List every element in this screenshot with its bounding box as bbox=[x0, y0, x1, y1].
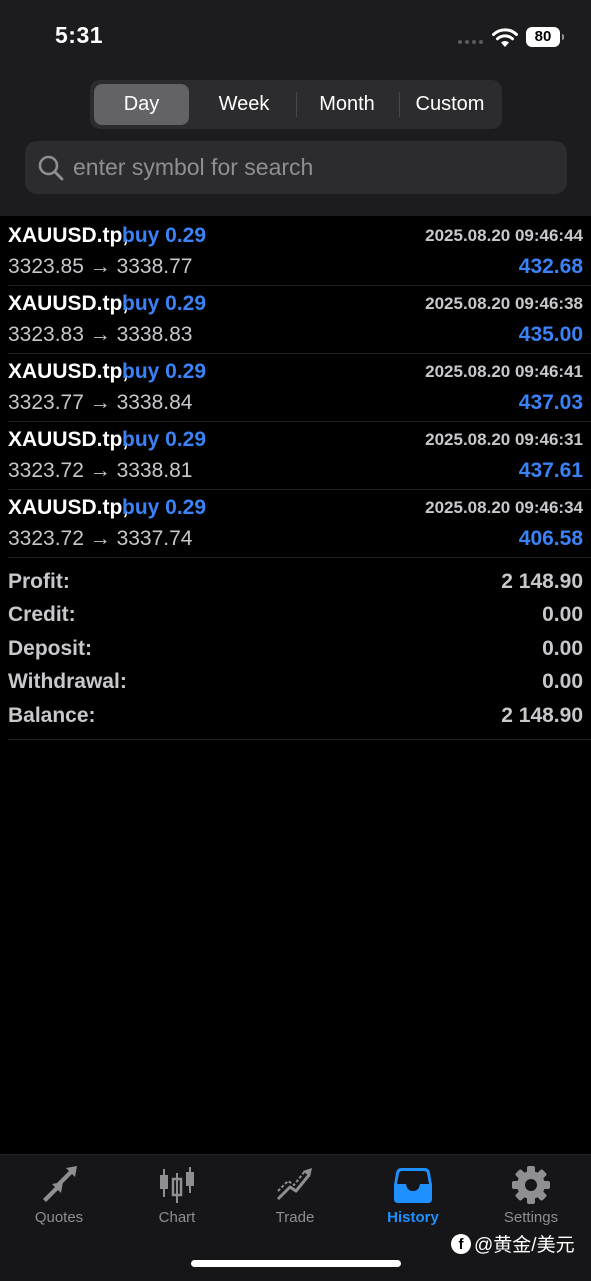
header: 5:31 80 Day Week Month Custom bbox=[0, 0, 591, 216]
summary-label: Profit: bbox=[8, 570, 70, 593]
quotes-arrows-icon bbox=[43, 1166, 77, 1202]
deal-row[interactable]: XAUUSD.tp, buy 0.29 2025.08.20 09:46:38 … bbox=[0, 286, 591, 354]
deal-time: 2025.08.20 09:46:34 bbox=[425, 498, 583, 517]
watermark: f @黄金/美元 bbox=[451, 1230, 575, 1257]
summary-label: Withdrawal: bbox=[8, 670, 127, 693]
summary-divider bbox=[8, 739, 591, 740]
summary-value: 0.00 bbox=[542, 670, 583, 693]
summary-deposit: Deposit: 0.00 bbox=[0, 633, 591, 666]
tab-month[interactable]: Month bbox=[296, 80, 398, 129]
deal-symbol: XAUUSD.tp, bbox=[8, 360, 129, 383]
summary-label: Credit: bbox=[8, 603, 76, 626]
tab-history[interactable]: History bbox=[354, 1155, 472, 1235]
deal-symbol: XAUUSD.tp, bbox=[8, 496, 129, 519]
summary-value: 2 148.90 bbox=[501, 704, 583, 727]
cellular-signal-icon bbox=[458, 40, 483, 44]
deal-profit: 435.00 bbox=[518, 323, 583, 346]
deal-time: 2025.08.20 09:46:31 bbox=[425, 430, 583, 449]
period-segmented-control: Day Week Month Custom bbox=[90, 80, 502, 129]
home-indicator[interactable] bbox=[191, 1260, 401, 1267]
tab-quotes[interactable]: Quotes bbox=[0, 1155, 118, 1235]
summary-credit: Credit: 0.00 bbox=[0, 599, 591, 632]
deal-profit: 437.61 bbox=[518, 459, 583, 482]
summary-balance: Balance: 2 148.90 bbox=[0, 700, 591, 733]
deal-row[interactable]: XAUUSD.tp, buy 0.29 2025.08.20 09:46:31 … bbox=[0, 422, 591, 490]
deal-side: buy 0.29 bbox=[122, 292, 207, 315]
deal-prices: 3323.72 → 3338.81 bbox=[8, 459, 193, 482]
status-time: 5:31 bbox=[55, 22, 104, 48]
facebook-icon: f bbox=[451, 1233, 471, 1254]
deal-time: 2025.08.20 09:46:38 bbox=[425, 294, 583, 313]
summary-profit: Profit: 2 148.90 bbox=[0, 566, 591, 599]
deal-row[interactable]: XAUUSD.tp, buy 0.29 2025.08.20 09:46:44 … bbox=[0, 218, 591, 286]
deal-symbol: XAUUSD.tp, bbox=[8, 224, 129, 247]
trade-trend-icon bbox=[276, 1168, 312, 1201]
tab-label: Chart bbox=[158, 1209, 196, 1226]
deal-side: buy 0.29 bbox=[122, 496, 207, 519]
summary-value: 0.00 bbox=[542, 603, 583, 626]
tab-chart[interactable]: Chart bbox=[118, 1155, 236, 1235]
deal-prices: 3323.83 → 3338.83 bbox=[8, 323, 193, 346]
deal-time: 2025.08.20 09:46:44 bbox=[425, 226, 583, 245]
history-inbox-icon bbox=[394, 1168, 432, 1203]
deal-profit: 406.58 bbox=[518, 527, 583, 550]
summary-value: 2 148.90 bbox=[501, 570, 583, 593]
tab-day[interactable]: Day bbox=[94, 84, 189, 125]
summary-value: 0.00 bbox=[542, 637, 583, 660]
tab-label: Quotes bbox=[34, 1209, 84, 1226]
tab-label: Trade bbox=[275, 1209, 315, 1226]
deal-symbol: XAUUSD.tp, bbox=[8, 292, 129, 315]
candlestick-chart-icon bbox=[160, 1167, 194, 1203]
deal-prices: 3323.77 → 3338.84 bbox=[8, 391, 193, 414]
tab-week[interactable]: Week bbox=[193, 80, 295, 129]
row-divider bbox=[8, 557, 591, 558]
search-bar[interactable] bbox=[25, 141, 567, 194]
deal-side: buy 0.29 bbox=[122, 224, 207, 247]
deal-profit: 437.03 bbox=[518, 391, 583, 414]
search-icon bbox=[38, 155, 64, 181]
tab-label: History bbox=[387, 1209, 439, 1226]
watermark-text: @黄金/美元 bbox=[474, 1235, 575, 1256]
deal-side: buy 0.29 bbox=[122, 428, 207, 451]
search-input[interactable] bbox=[73, 141, 553, 194]
deal-profit: 432.68 bbox=[518, 255, 583, 278]
tab-trade[interactable]: Trade bbox=[236, 1155, 354, 1235]
tab-label: Settings bbox=[503, 1209, 559, 1226]
tab-settings[interactable]: Settings bbox=[472, 1155, 590, 1235]
summary-label: Balance: bbox=[8, 704, 96, 727]
deal-side: buy 0.29 bbox=[122, 360, 207, 383]
deal-symbol: XAUUSD.tp, bbox=[8, 428, 129, 451]
tab-custom[interactable]: Custom bbox=[399, 80, 501, 129]
summary-withdrawal: Withdrawal: 0.00 bbox=[0, 666, 591, 699]
deal-prices: 3323.72 → 3337.74 bbox=[8, 527, 193, 550]
deal-row[interactable]: XAUUSD.tp, buy 0.29 2025.08.20 09:46:34 … bbox=[0, 490, 591, 558]
wifi-icon bbox=[492, 28, 518, 47]
deal-time: 2025.08.20 09:46:41 bbox=[425, 362, 583, 381]
summary-label: Deposit: bbox=[8, 637, 92, 660]
gear-icon bbox=[512, 1166, 550, 1204]
deal-row[interactable]: XAUUSD.tp, buy 0.29 2025.08.20 09:46:41 … bbox=[0, 354, 591, 422]
deal-prices: 3323.85 → 3338.77 bbox=[8, 255, 193, 278]
battery-indicator: 80 bbox=[526, 27, 564, 47]
